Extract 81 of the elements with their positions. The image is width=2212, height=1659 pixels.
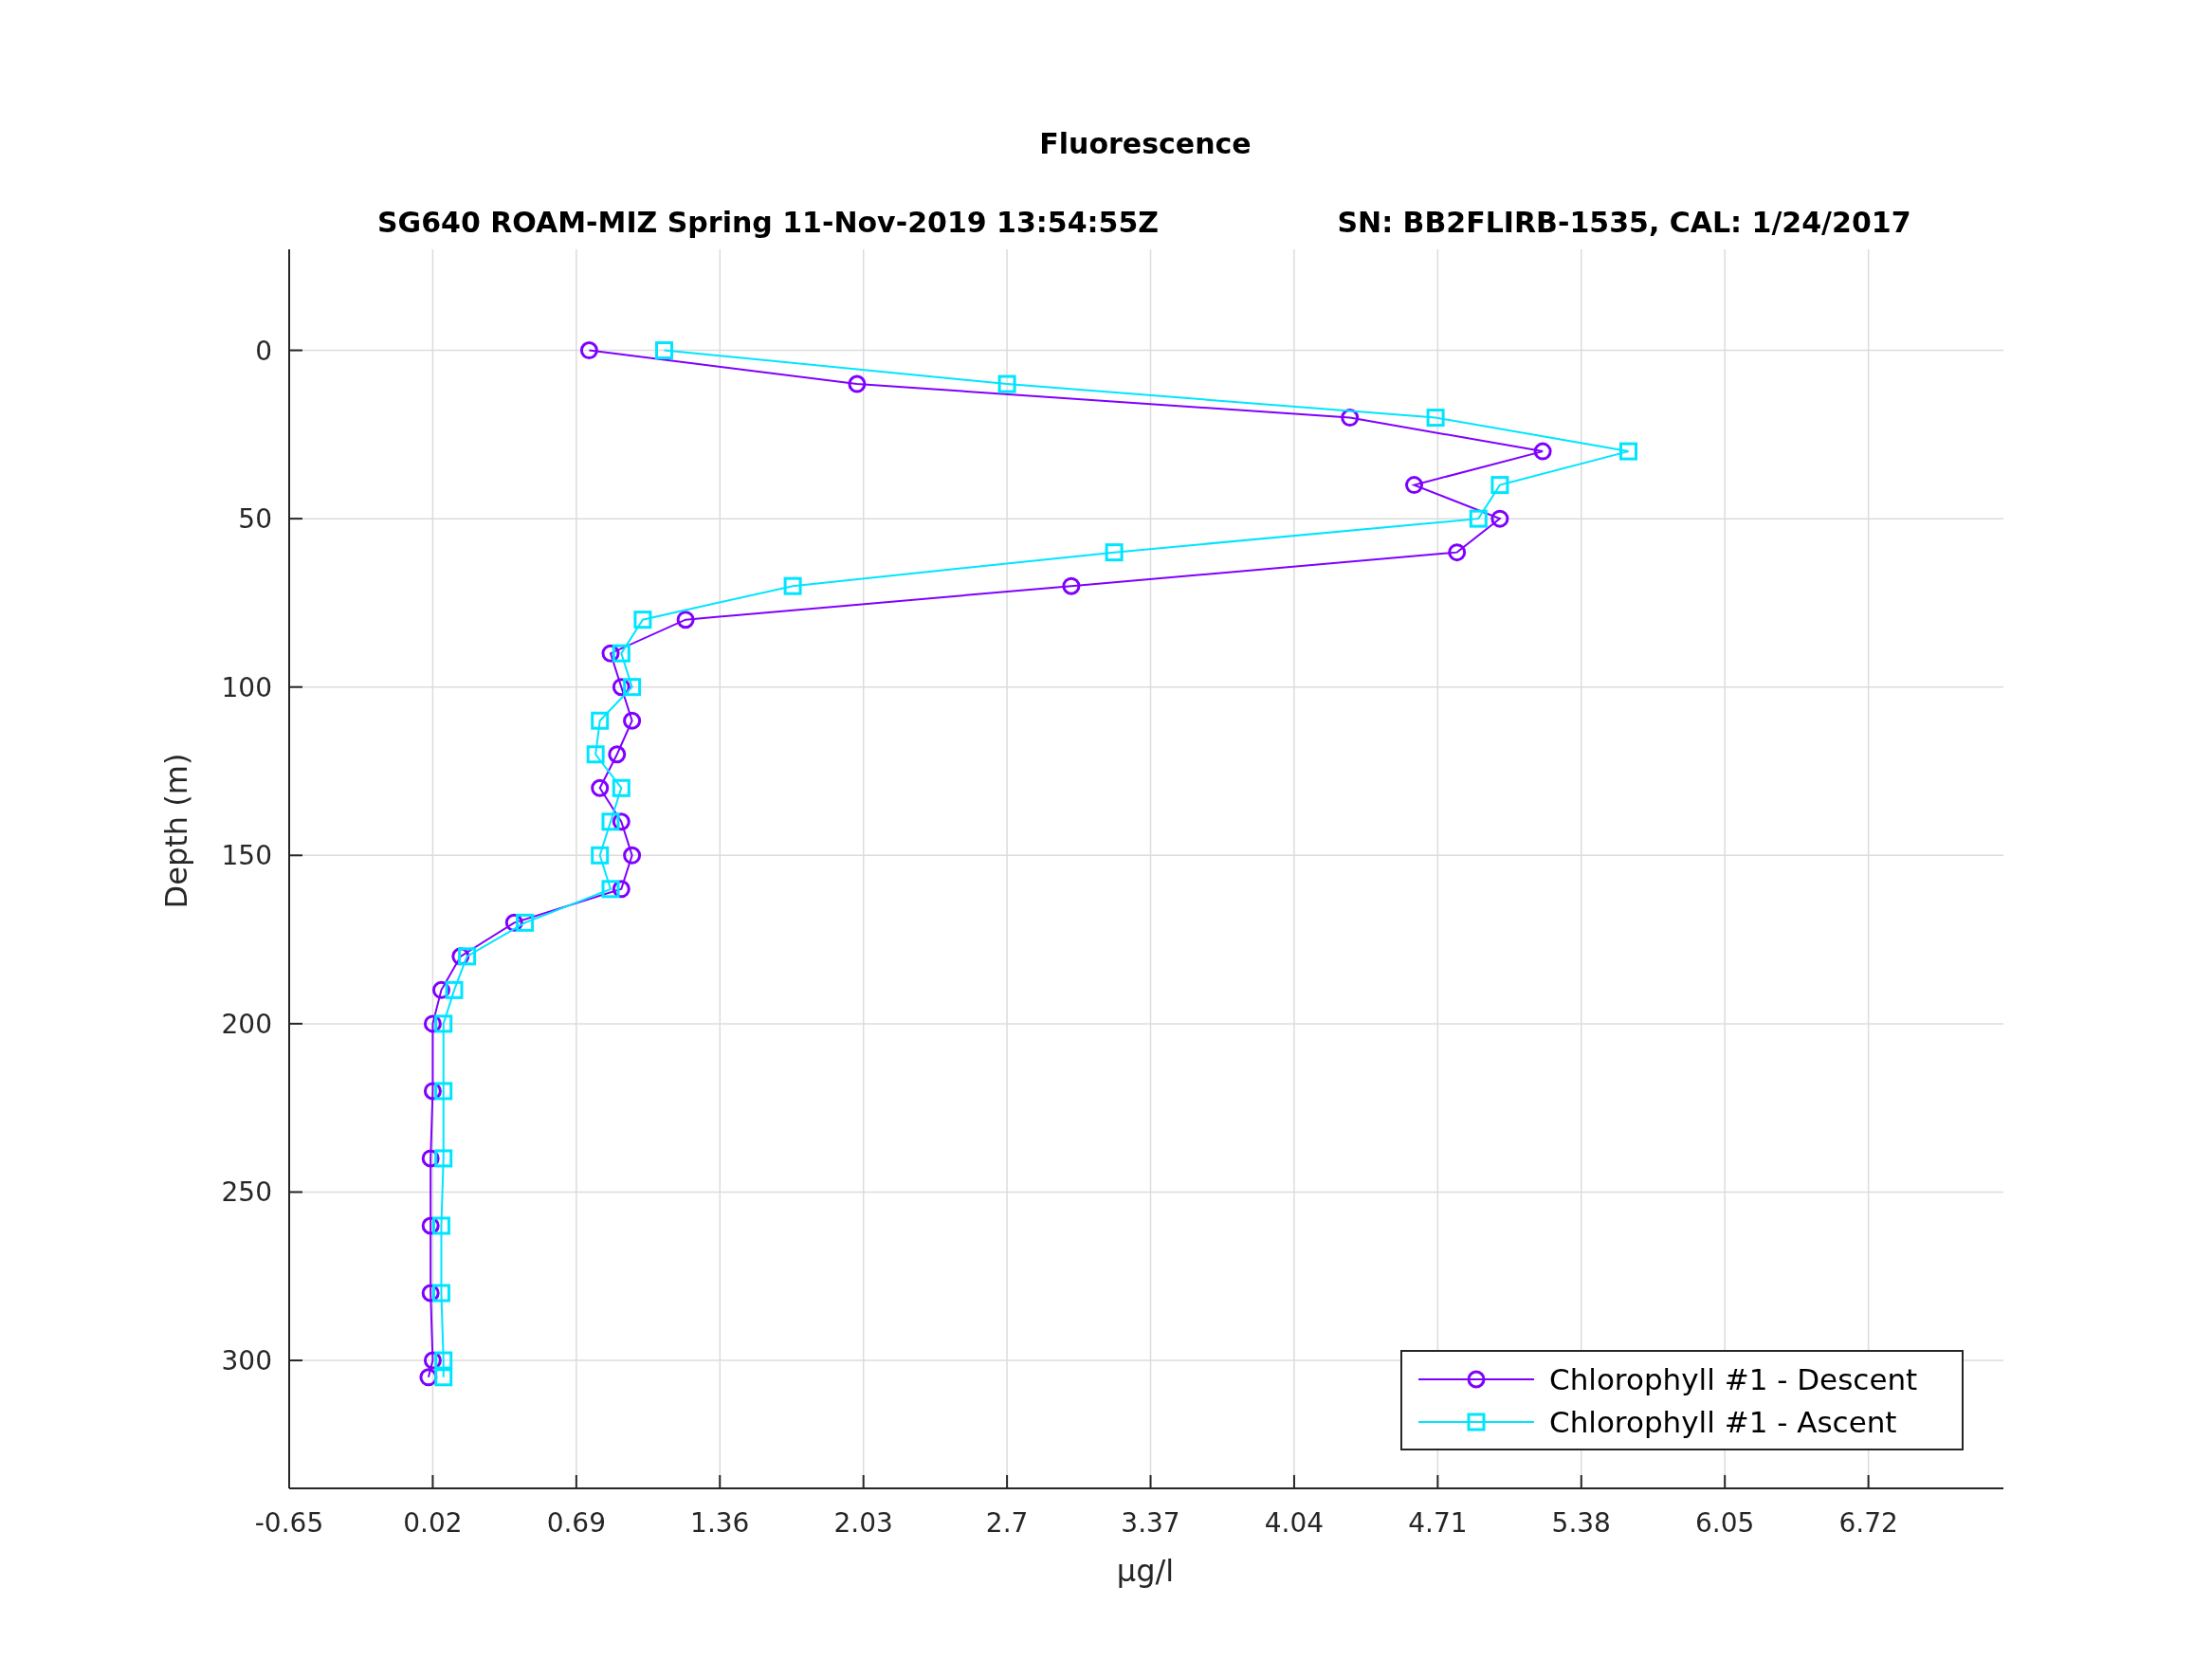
x-tick-label: 3.37 [1121,1507,1180,1539]
data-point [612,644,631,663]
data-point [623,846,642,865]
data-point [601,880,620,899]
x-axis-label: μg/l [1116,1553,1175,1589]
x-tick-label: 4.04 [1264,1507,1325,1539]
data-point [608,745,627,764]
x-tick-label: 6.72 [1838,1507,1898,1539]
x-tick-label: 2.03 [833,1507,893,1539]
x-tick-label: 2.7 [985,1507,1029,1539]
data-point [623,678,642,697]
x-tick-label: 6.05 [1695,1507,1755,1539]
chart-title: Fluorescence [1039,127,1252,160]
data-point [434,1149,453,1168]
x-tick-label: 0.69 [546,1507,606,1539]
data-point [431,980,450,999]
data-point [1469,509,1488,528]
data-point [1448,543,1467,562]
x-tick-label: -0.65 [254,1507,324,1539]
data-point [586,745,605,764]
data-point [591,846,610,865]
chart-subtitle: SN: BB2FLIRB-1535, CAL: 1/24/2017 [1337,206,1911,239]
data-point [421,1284,440,1303]
data-point [783,576,802,595]
data-point [445,980,464,999]
x-tick-label: 5.38 [1551,1507,1611,1539]
data-point [591,711,610,730]
data-point [434,1368,453,1387]
data-point [504,913,523,932]
data-point [1105,543,1124,562]
data-point [1426,409,1445,428]
data-point [655,341,673,360]
y-tick-label: 100 [221,671,272,703]
data-point [612,812,631,831]
data-point [1341,409,1360,428]
x-tick-label: 1.36 [690,1507,750,1539]
y-tick-label: 150 [221,840,272,872]
data-point [434,1082,453,1101]
data-point [612,678,631,697]
data-point [1405,476,1423,495]
data-point [1533,442,1552,461]
data-point [421,1149,440,1168]
x-tick-label: 4.71 [1408,1507,1468,1539]
data-point [848,374,867,393]
data-point [579,341,598,360]
legend-sample-icon [1417,1370,1535,1389]
legend-sample-icon [1417,1413,1535,1431]
data-point [612,778,631,797]
data-point [1490,476,1509,495]
y-axis-label: Depth (m) [158,753,194,909]
data-point [601,644,620,663]
y-tick-label: 0 [255,335,272,367]
y-tick-label: 250 [221,1176,272,1209]
data-point [591,778,610,797]
data-point [434,1351,453,1370]
data-point [612,880,631,899]
data-point [676,611,695,629]
data-point [623,711,642,730]
y-tick-label: 300 [221,1345,272,1377]
data-point [423,1014,442,1033]
data-point [451,947,470,966]
data-point [421,1216,440,1235]
data-point [434,1014,453,1033]
y-tick-label: 50 [238,503,272,536]
data-point [431,1216,450,1235]
data-point [458,947,477,966]
data-point [633,611,652,629]
legend-label: Chlorophyll #1 - Descent [1549,1362,1918,1396]
data-point [423,1082,442,1101]
legend-label: Chlorophyll #1 - Ascent [1549,1405,1897,1439]
data-point [431,1284,450,1303]
data-point [1490,509,1509,528]
data-point [1062,576,1081,595]
y-tick-label: 200 [221,1008,272,1040]
data-point [423,1351,442,1370]
data-point [1619,442,1637,461]
data-point [516,913,535,932]
x-tick-label: 0.02 [403,1507,463,1539]
data-point [601,812,620,831]
chart-subtitle: SG640 ROAM-MIZ Spring 11-Nov-2019 13:54:55Z [376,206,1160,239]
data-point [997,374,1016,393]
